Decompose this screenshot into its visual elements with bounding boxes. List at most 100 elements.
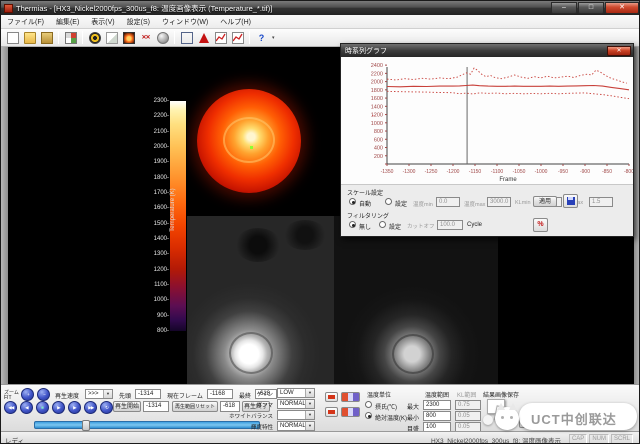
skip-end-button[interactable]: ▶▶ <box>84 401 97 414</box>
menu-item-3[interactable]: 表示(V) <box>85 17 120 27</box>
colorbar-ticks: 2300-2200-2100-2000-1900-1800-1700-1600-… <box>139 101 169 331</box>
palette-red-button-1[interactable] <box>325 392 338 402</box>
toolbar-separator <box>58 31 59 44</box>
palette-gradient-button-2[interactable] <box>341 407 360 417</box>
filtering-header: フィルタリング <box>347 211 389 220</box>
play-start-button[interactable]: 再生開始 <box>113 401 141 412</box>
cat-eye <box>510 416 513 419</box>
range-reset-button[interactable]: 再生範囲リセット <box>172 401 218 412</box>
right-scrollbar-strip[interactable] <box>634 47 640 385</box>
close-button[interactable]: ✕ <box>605 2 639 14</box>
scale-auto-radio[interactable] <box>349 198 356 205</box>
temp-range-field-1[interactable]: 800 <box>423 411 451 421</box>
save-graph-button[interactable] <box>563 194 578 208</box>
cross-markers-icon: ✕✕ <box>140 32 152 44</box>
toolbar-save-file-button[interactable] <box>38 30 55 46</box>
toolbar-help-button[interactable]: ? <box>253 30 270 46</box>
menu-item-5[interactable]: ウィンドウ(W) <box>156 17 214 27</box>
menu-item-1[interactable]: ファイル(F) <box>1 17 50 27</box>
toolbar-area-chart-button[interactable] <box>229 30 246 46</box>
svg-text:-1100: -1100 <box>491 169 504 175</box>
colorbar-tick: 2000- <box>139 144 169 150</box>
frame-slider-handle[interactable] <box>82 420 90 431</box>
menu-item-4[interactable]: 設定(S) <box>121 17 156 27</box>
svg-text:-1300: -1300 <box>403 169 416 175</box>
next-frame-icon: ▶ <box>73 403 76 414</box>
maximize-button[interactable]: □ <box>578 2 604 14</box>
grayscale-image-panel-1[interactable] <box>187 216 334 385</box>
head-field[interactable]: -1314 <box>135 389 161 399</box>
graph-window-close-button[interactable]: ✕ <box>607 46 631 56</box>
status-ready: レディ <box>5 435 24 444</box>
toolbar-peak-marker-button[interactable] <box>195 30 212 46</box>
svg-text:-1150: -1150 <box>469 169 482 175</box>
colorbar-tick: 2100- <box>139 129 169 135</box>
display-dropdown-2[interactable] <box>277 410 315 420</box>
scale-set-label: 設定 <box>395 199 407 208</box>
toolbar-data-table-button[interactable] <box>178 30 195 46</box>
temp-range-label-1: 最小 <box>407 413 419 422</box>
filter-none-radio[interactable] <box>349 221 356 228</box>
next-frame-button[interactable]: ▶ <box>68 401 81 414</box>
menu-item-6[interactable]: ヘルプ(H) <box>214 17 257 27</box>
display-dropdown-3[interactable]: NORMAL <box>277 421 315 431</box>
frame-slider-track[interactable] <box>34 421 260 429</box>
toolbar-overflow-caret[interactable]: ▾ <box>272 35 275 41</box>
filter-toggle-button[interactable]: % <box>533 218 548 232</box>
toolbar-new-file-button[interactable] <box>4 30 21 46</box>
gain-dropdown[interactable]: LOW <box>277 388 315 398</box>
scale-set-radio[interactable] <box>385 198 392 205</box>
play-button[interactable]: ▶ <box>52 401 65 414</box>
palette-gradient-button-1[interactable] <box>341 392 360 402</box>
toolbar-open-folder-button[interactable] <box>21 30 38 46</box>
graph-window-titlebar[interactable]: 時系列グラフ ✕ <box>341 44 633 57</box>
zoom-out-button[interactable]: − <box>37 388 50 401</box>
graph-window-body: Temperature Ave. = 1858, Min. = 1717, Ma… <box>341 57 633 236</box>
toolbar-sphere-button[interactable] <box>154 30 171 46</box>
stop-button[interactable]: ■ <box>36 401 49 414</box>
kl-range-field-0[interactable]: 0.75 <box>455 400 481 410</box>
grayscale-image-panel-2[interactable] <box>334 216 498 385</box>
toolbar-aperture-button[interactable] <box>86 30 103 46</box>
cutoff-field[interactable]: 100.0 <box>437 220 463 230</box>
svg-text:1000: 1000 <box>371 121 383 127</box>
palette-red-button-2[interactable] <box>325 407 338 417</box>
toolbar-thermal-image-button[interactable] <box>120 30 137 46</box>
thermal-image-panel[interactable] <box>187 47 337 216</box>
menu-item-2[interactable]: 編集(E) <box>50 17 85 27</box>
scale-apply-button[interactable]: 適用 <box>533 196 557 207</box>
play-start-field[interactable]: -1314 <box>143 401 169 412</box>
colorbar-tick: 1600- <box>139 205 169 211</box>
prev-frame-button[interactable]: ◀ <box>20 401 33 414</box>
left-edge-strip <box>1 47 8 385</box>
zoom-in-button[interactable]: + <box>21 388 34 401</box>
loop-button[interactable]: ↻ <box>100 401 113 414</box>
scale-field-label-1: 温度max <box>464 200 485 208</box>
title-bar: Thermias - [HX3_Nickel2000fps_300us_f8: … <box>1 1 640 15</box>
current-frame-label: 現在フレーム <box>167 391 203 400</box>
temp-unit-radio-0[interactable] <box>365 401 372 408</box>
svg-text:-850: -850 <box>602 169 612 175</box>
minimize-button[interactable]: – <box>551 2 577 14</box>
toolbar-edit-paper-button[interactable] <box>103 30 120 46</box>
display-dropdown-1[interactable]: NORMAL <box>277 399 315 409</box>
scale-field-3[interactable]: 1.5 <box>589 197 613 207</box>
scale-field-0[interactable]: 0.0 <box>436 197 460 207</box>
kl-range-field-1[interactable]: 0.05 <box>455 411 481 421</box>
toolbar-separator <box>249 31 250 44</box>
temp-range-label-0: 最大 <box>407 402 419 411</box>
colorbar-tick: 800- <box>139 328 169 334</box>
speed-dropdown[interactable]: >>> <box>85 389 113 399</box>
toolbar-cross-markers-button[interactable]: ✕✕ <box>137 30 154 46</box>
toolbar-line-chart-button[interactable] <box>212 30 229 46</box>
temp-unit-radio-1[interactable] <box>365 412 372 419</box>
prev-frame-icon: ◀ <box>25 403 28 414</box>
floppy-icon <box>567 197 575 205</box>
temp-range-field-0[interactable]: 2300 <box>423 400 451 410</box>
timeseries-chart: 2004006008001000120014001600180020002200… <box>341 57 633 184</box>
filter-set-radio[interactable] <box>379 221 386 228</box>
toolbar-palette-grid-button[interactable] <box>62 30 79 46</box>
scale-field-1[interactable]: 3000.0 <box>487 197 511 207</box>
skip-start-button[interactable]: ◀◀ <box>4 401 17 414</box>
watermark: UCT中创联达 <box>491 397 639 431</box>
